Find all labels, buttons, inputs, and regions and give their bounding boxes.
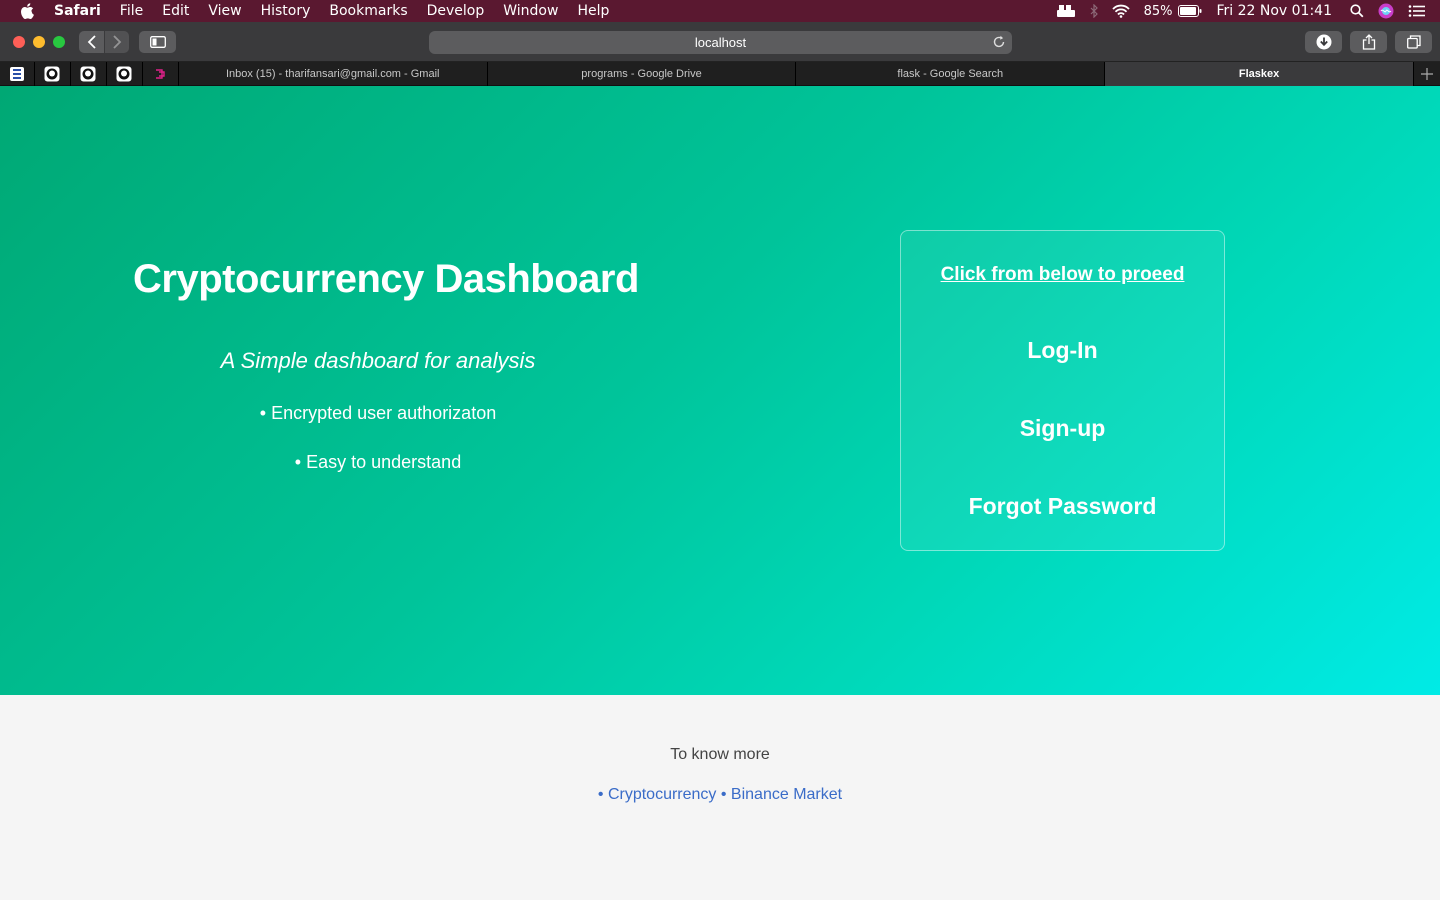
menu-develop[interactable]: Develop <box>427 0 485 22</box>
address-bar-url: localhost <box>694 35 747 50</box>
hero-subtitle: A Simple dashboard for analysis <box>220 348 536 373</box>
github-icon <box>116 66 132 82</box>
sidebar-icon <box>149 36 166 48</box>
share-icon <box>1362 34 1375 50</box>
downloads-button[interactable] <box>1305 31 1342 53</box>
reload-icon[interactable] <box>992 35 1006 49</box>
notification-center-icon[interactable] <box>1408 4 1426 18</box>
apple-icon[interactable] <box>20 3 36 19</box>
footer-title: To know more <box>670 746 770 763</box>
signup-link[interactable]: Sign-up <box>901 415 1224 442</box>
pinned-tab-1[interactable] <box>0 62 35 86</box>
chevron-left-icon <box>87 35 96 49</box>
download-icon <box>1316 34 1331 50</box>
menu-window[interactable]: Window <box>503 0 558 22</box>
proceed-heading-link[interactable]: Click from below to proeed <box>901 264 1224 286</box>
menu-file[interactable]: File <box>120 0 143 22</box>
cryptocurrency-link[interactable]: • Cryptocurrency <box>598 786 717 803</box>
menu-edit[interactable]: Edit <box>162 0 189 22</box>
forgot-password-link[interactable]: Forgot Password <box>901 493 1224 520</box>
battery-percent: 85% <box>1143 3 1173 19</box>
share-button[interactable] <box>1350 31 1387 53</box>
chevron-right-icon <box>113 35 122 49</box>
menu-help[interactable]: Help <box>577 0 609 22</box>
wifi-icon[interactable] <box>1111 4 1130 18</box>
pinned-tab-4[interactable] <box>107 62 143 86</box>
back-button[interactable] <box>79 31 104 53</box>
hero-section: Cryptocurrency Dashboard A Simple dashbo… <box>0 86 1440 695</box>
browser-toolbar: localhost <box>0 22 1440 62</box>
app-favicon-icon <box>156 69 166 79</box>
github-icon <box>80 66 96 82</box>
document-favicon-icon <box>9 67 24 81</box>
pinned-tab-2[interactable] <box>35 62 71 86</box>
page-title: Cryptocurrency Dashboard <box>133 257 639 301</box>
menubar-clock[interactable]: Fri 22 Nov 01:41 <box>1216 3 1332 19</box>
plus-icon <box>1420 68 1433 80</box>
feature-item: • Encrypted user authorizaton <box>259 403 497 423</box>
battery-icon[interactable] <box>1178 5 1202 17</box>
siri-icon[interactable] <box>1378 3 1394 19</box>
github-icon <box>44 66 60 82</box>
tab-google-drive[interactable]: programs - Google Drive <box>488 62 797 86</box>
footer: To know more • Cryptocurrency • Binance … <box>0 695 1440 900</box>
show-all-tabs-button[interactable] <box>1395 31 1432 53</box>
tabs-overview-icon <box>1406 35 1421 49</box>
tab-gmail[interactable]: Inbox (15) - tharifansari@gmail.com - Gm… <box>179 62 488 86</box>
window-minimize-button[interactable] <box>33 36 45 48</box>
binance-market-link[interactable]: • Binance Market <box>721 786 842 803</box>
pinned-tab-3[interactable] <box>71 62 107 86</box>
login-link[interactable]: Log-In <box>901 337 1224 364</box>
menu-app-name[interactable]: Safari <box>54 0 101 22</box>
address-bar[interactable]: localhost <box>429 31 1012 54</box>
spotlight-search-icon[interactable] <box>1350 4 1364 18</box>
macos-menubar: Safari File Edit View History Bookmarks … <box>0 0 1440 22</box>
new-tab-button[interactable] <box>1414 62 1440 86</box>
pinned-tab-5[interactable] <box>143 62 179 86</box>
sidebar-toggle-button[interactable] <box>139 31 176 53</box>
menu-bookmarks[interactable]: Bookmarks <box>329 0 407 22</box>
bluetooth-icon[interactable] <box>1090 4 1098 18</box>
tab-flaskex[interactable]: Flaskex <box>1105 62 1414 86</box>
auth-options-card: Click from below to proeed Log-In Sign-u… <box>900 230 1225 551</box>
menu-history[interactable]: History <box>261 0 311 22</box>
tab-google-search[interactable]: flask - Google Search <box>796 62 1106 86</box>
footer-links: • Cryptocurrency • Binance Market <box>0 786 1440 804</box>
forward-button[interactable] <box>105 31 129 53</box>
feature-item: • Easy to understand <box>294 452 462 472</box>
window-close-button[interactable] <box>13 36 25 48</box>
cloud-drive-icon[interactable] <box>1056 4 1076 18</box>
menu-view[interactable]: View <box>208 0 241 22</box>
tab-bar: Inbox (15) - tharifansari@gmail.com - Gm… <box>0 62 1440 86</box>
window-fullscreen-button[interactable] <box>53 36 65 48</box>
